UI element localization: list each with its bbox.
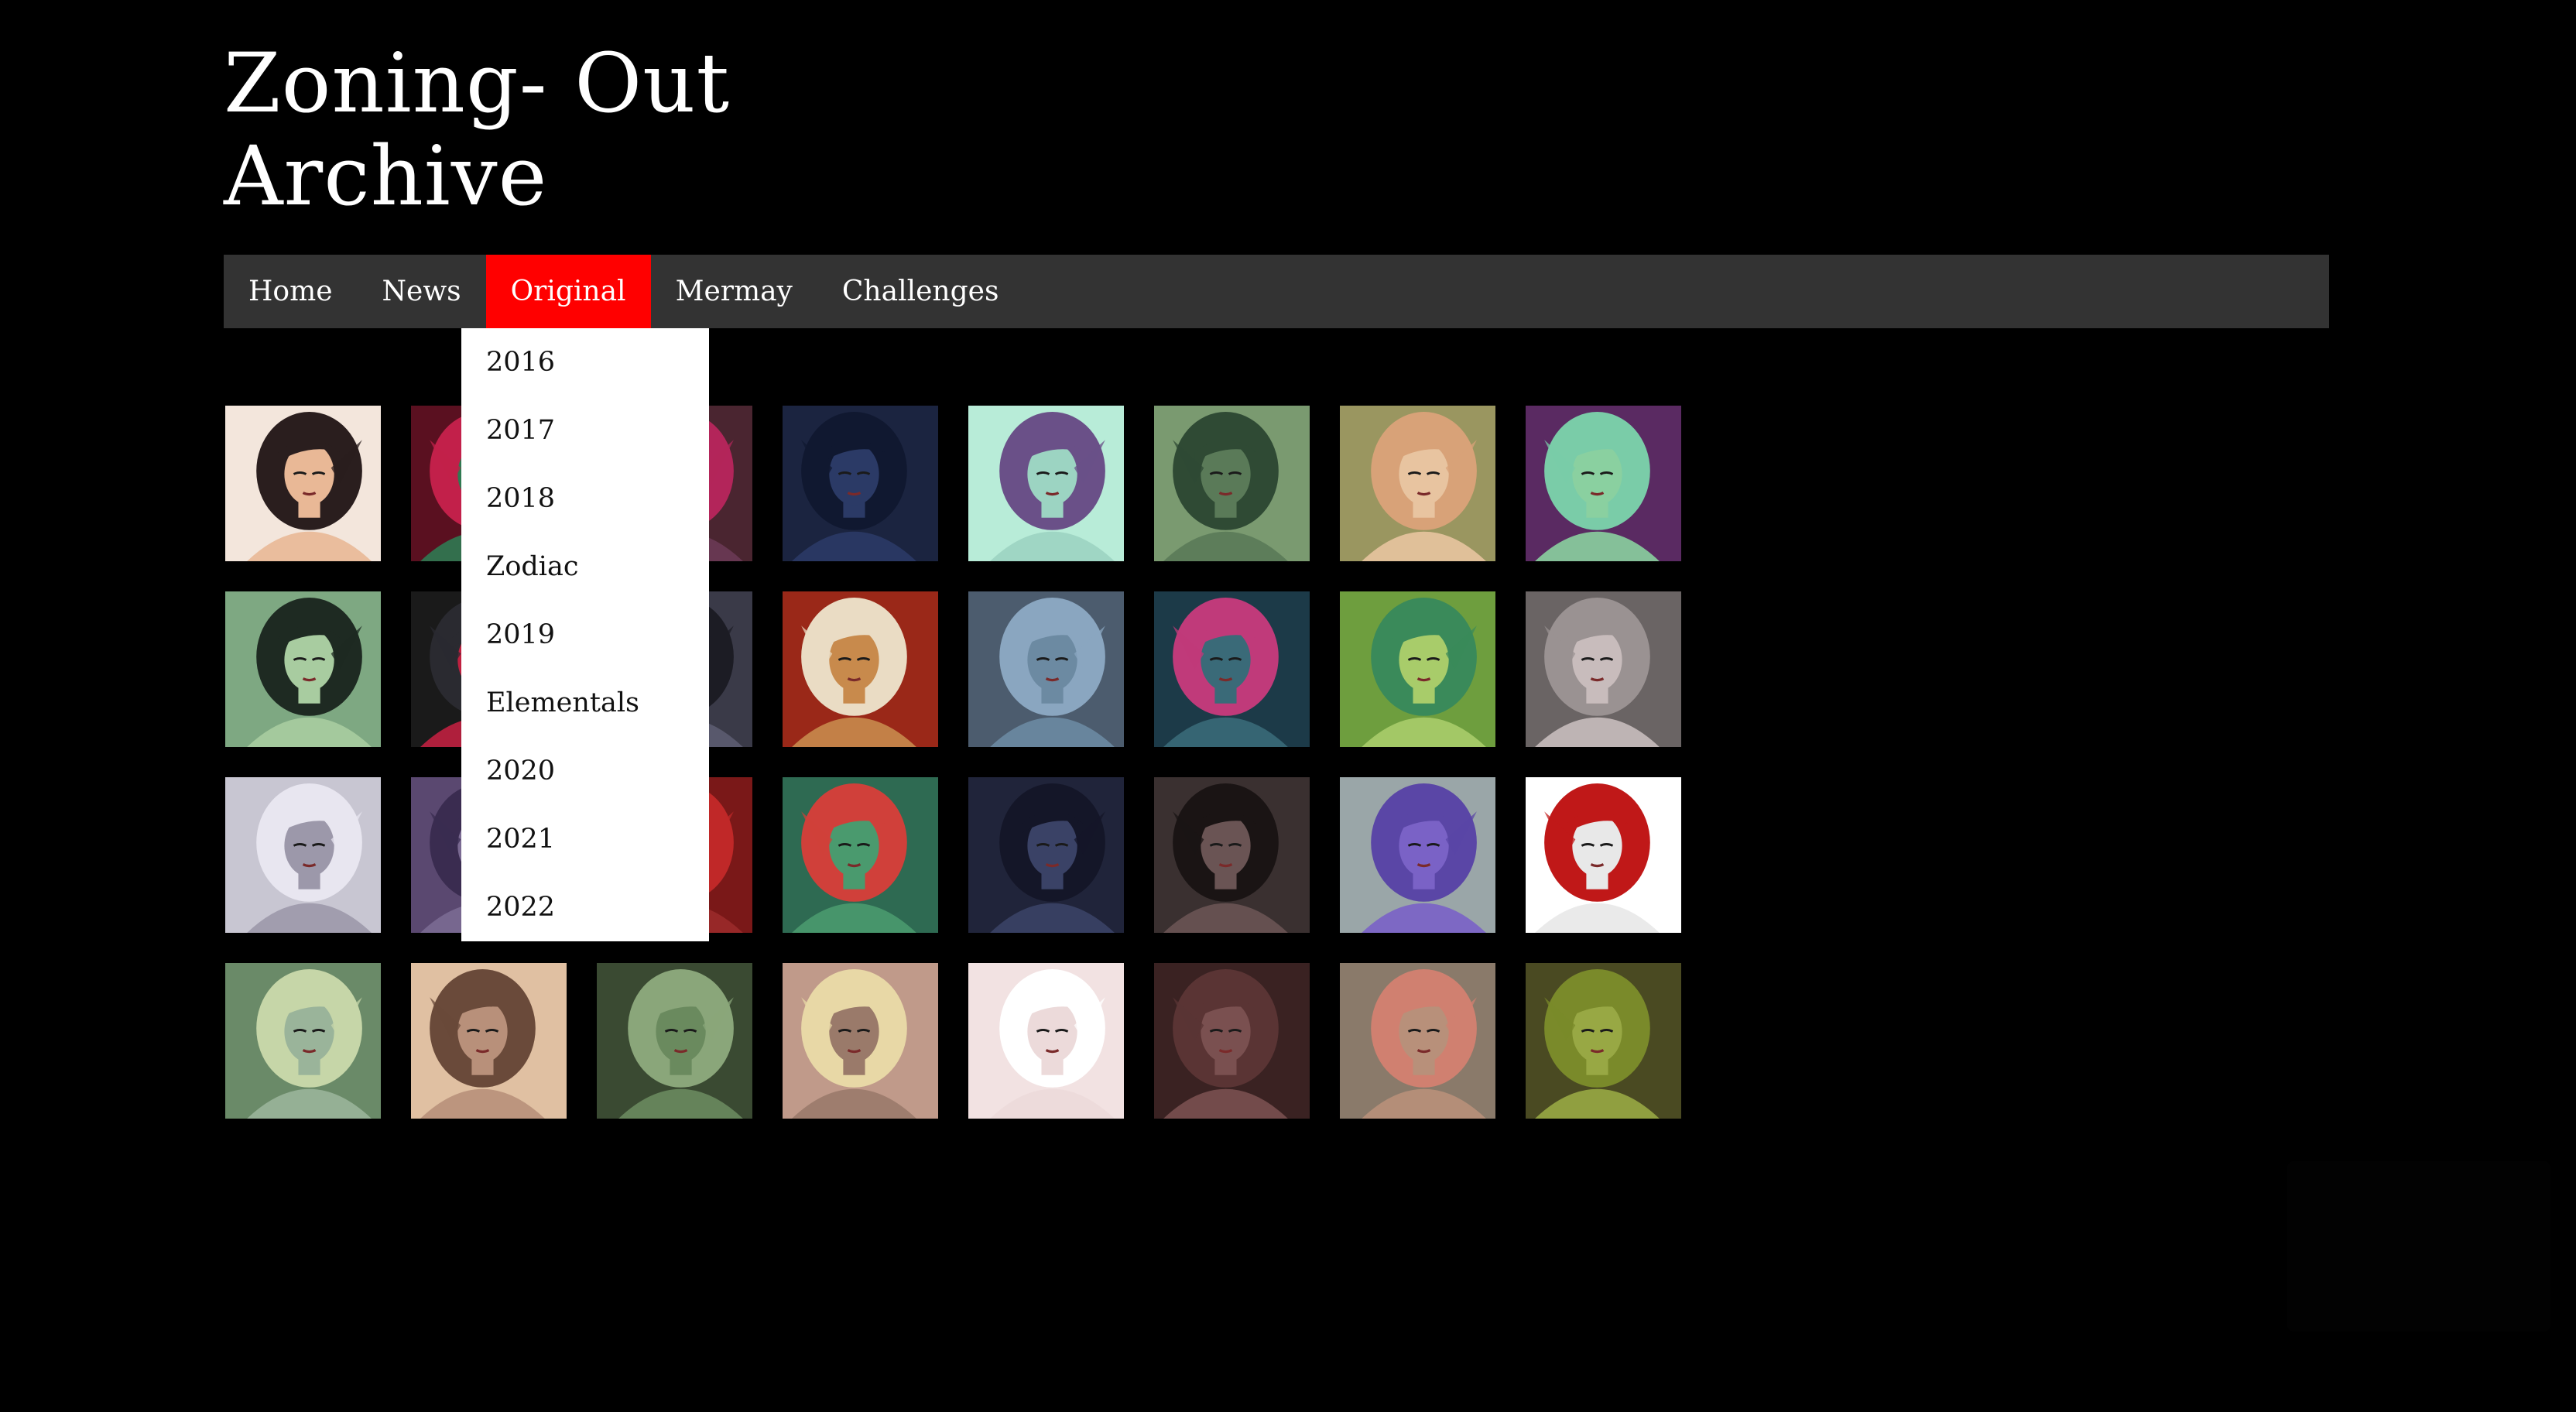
gallery-thumbnail[interactable] xyxy=(1340,777,1495,933)
gallery-thumbnail[interactable] xyxy=(1526,963,1681,1119)
thumbnail-artwork xyxy=(1340,406,1495,561)
thumbnail-artwork xyxy=(783,406,938,561)
thumbnail-artwork xyxy=(1340,963,1495,1119)
original-dropdown-menu: 2016 2017 2018 Zodiac 2019 Elementals 20… xyxy=(461,328,709,941)
gallery-thumbnail[interactable] xyxy=(1340,591,1495,747)
gallery-thumbnail[interactable] xyxy=(968,406,1124,561)
thumbnail-artwork xyxy=(968,963,1124,1119)
thumbnail-artwork xyxy=(1154,777,1310,933)
dropdown-item-2020[interactable]: 2020 xyxy=(461,754,709,822)
gallery-thumbnail[interactable] xyxy=(1340,963,1495,1119)
gallery-thumbnail[interactable] xyxy=(225,777,381,933)
site-title-line-1: Zoning- Out xyxy=(224,36,731,131)
thumbnail-artwork xyxy=(968,406,1124,561)
gallery-thumbnail[interactable] xyxy=(783,963,938,1119)
thumbnail-artwork xyxy=(225,591,381,747)
gallery-thumbnail[interactable] xyxy=(225,963,381,1119)
nav-home[interactable]: Home xyxy=(224,255,358,328)
thumbnail-artwork xyxy=(411,963,567,1119)
gallery-thumbnail[interactable] xyxy=(1526,406,1681,561)
dropdown-item-2021[interactable]: 2021 xyxy=(461,822,709,890)
gallery-thumbnail[interactable] xyxy=(1340,406,1495,561)
dropdown-item-elementals[interactable]: Elementals xyxy=(461,686,709,754)
gallery-thumbnail[interactable] xyxy=(783,777,938,933)
gallery-thumbnail[interactable] xyxy=(1526,591,1681,747)
nav-challenges[interactable]: Challenges xyxy=(817,255,1024,328)
dropdown-item-2017[interactable]: 2017 xyxy=(461,413,709,482)
thumbnail-artwork xyxy=(1526,591,1681,747)
gallery-thumbnail[interactable] xyxy=(1154,406,1310,561)
nav-news[interactable]: News xyxy=(358,255,486,328)
thumbnail-artwork xyxy=(968,591,1124,747)
thumbnail-artwork xyxy=(783,777,938,933)
gallery-thumbnail[interactable] xyxy=(225,406,381,561)
thumbnail-artwork xyxy=(1154,963,1310,1119)
thumbnail-artwork xyxy=(1526,777,1681,933)
thumbnail-artwork xyxy=(1526,406,1681,561)
gallery-thumbnail[interactable] xyxy=(1154,963,1310,1119)
site-title[interactable]: Zoning- Out Archive xyxy=(224,37,730,223)
gallery-thumbnail[interactable] xyxy=(1526,777,1681,933)
thumbnail-artwork xyxy=(597,963,752,1119)
nav-original[interactable]: Original xyxy=(485,255,651,328)
gallery-thumbnail[interactable] xyxy=(968,777,1124,933)
corner-overlay xyxy=(2287,1161,2550,1331)
site-title-line-2: Archive xyxy=(224,129,548,224)
thumbnail-artwork xyxy=(225,777,381,933)
main-navigation: Home News Original Mermay Challenges xyxy=(224,255,2329,328)
gallery-thumbnail[interactable] xyxy=(1154,591,1310,747)
gallery-thumbnail[interactable] xyxy=(968,963,1124,1119)
thumbnail-artwork xyxy=(1154,591,1310,747)
thumbnail-artwork xyxy=(225,406,381,561)
dropdown-item-zodiac[interactable]: Zodiac xyxy=(461,550,709,618)
thumbnail-artwork xyxy=(225,963,381,1119)
gallery-thumbnail[interactable] xyxy=(968,591,1124,747)
thumbnail-artwork xyxy=(968,777,1124,933)
dropdown-item-2018[interactable]: 2018 xyxy=(461,482,709,550)
thumbnail-artwork xyxy=(1340,591,1495,747)
gallery-thumbnail[interactable] xyxy=(1154,777,1310,933)
artwork-gallery xyxy=(225,406,1681,1119)
gallery-thumbnail[interactable] xyxy=(597,963,752,1119)
dropdown-item-2019[interactable]: 2019 xyxy=(461,618,709,686)
thumbnail-artwork xyxy=(783,591,938,747)
gallery-thumbnail[interactable] xyxy=(783,406,938,561)
thumbnail-artwork xyxy=(1526,963,1681,1119)
gallery-thumbnail[interactable] xyxy=(783,591,938,747)
thumbnail-artwork xyxy=(1154,406,1310,561)
gallery-thumbnail[interactable] xyxy=(225,591,381,747)
thumbnail-artwork xyxy=(1340,777,1495,933)
dropdown-item-2016[interactable]: 2016 xyxy=(461,345,709,413)
dropdown-item-2022[interactable]: 2022 xyxy=(461,890,709,958)
gallery-thumbnail[interactable] xyxy=(411,963,567,1119)
thumbnail-artwork xyxy=(783,963,938,1119)
nav-mermay[interactable]: Mermay xyxy=(651,255,817,328)
